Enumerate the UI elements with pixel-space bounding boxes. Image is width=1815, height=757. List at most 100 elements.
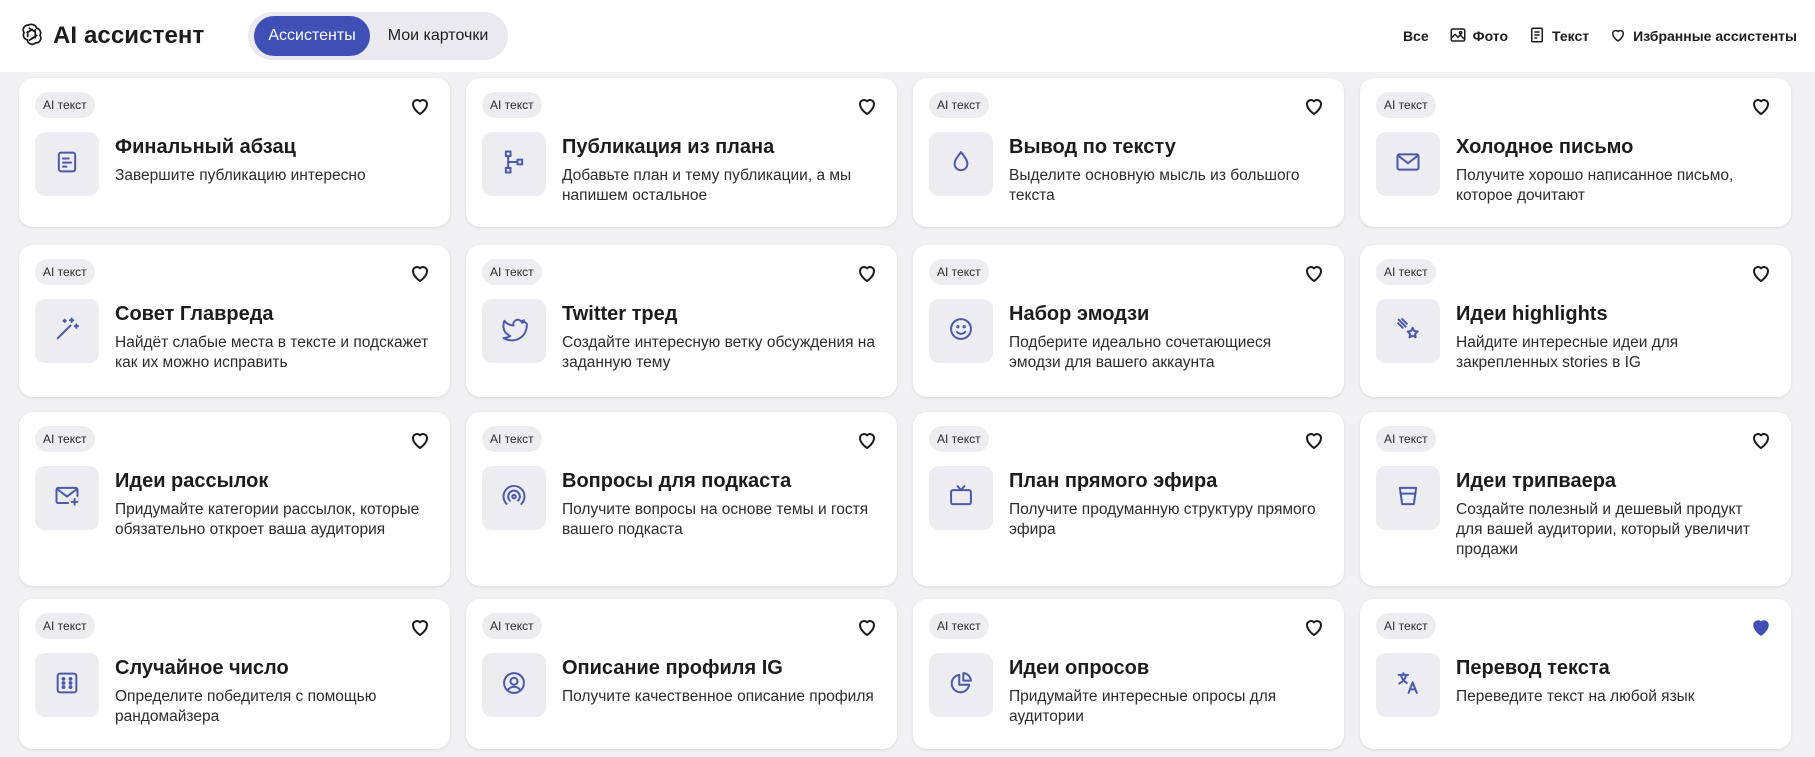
assistant-title: Финальный абзац [115, 136, 296, 158]
assistant-description: Выделите основную мысль из большого текс… [1009, 167, 1300, 204]
heart-outline-icon [1609, 26, 1627, 47]
assistant-description: Найдёт слабые места в тексте и подскажет… [115, 334, 429, 371]
assistant-description: Добавьте план и тему публикации, а мы на… [562, 167, 852, 204]
assistant-title: Вопросы для подкаста [562, 470, 792, 492]
assistant-icon-box [482, 653, 546, 717]
assistant-title: Twitter тред [562, 303, 678, 325]
category-badge: AI текст [35, 426, 95, 452]
category-badge: AI текст [482, 259, 542, 285]
tab-my-cards[interactable]: Мои карточки [374, 16, 503, 56]
heart-outline-icon[interactable] [408, 261, 432, 285]
assistant-card[interactable]: AI текст Совет Главреда Найдёт слабые мест… [19, 245, 450, 397]
heart-outline-icon[interactable] [1302, 261, 1326, 285]
assistant-icon-box [35, 132, 99, 196]
assistant-title: План прямого эфира [1009, 470, 1218, 492]
assistant-description: Создайте интересную ветку обсуждения на … [562, 334, 875, 371]
logo[interactable]: AI ассистент [19, 21, 204, 52]
category-badge: AI текст [1376, 92, 1436, 118]
text-doc-icon [53, 148, 81, 181]
assistant-description: Подберите идеально сочетающиеся эмодзи д… [1009, 334, 1272, 371]
assistant-description: Получите хорошо написанное письмо, котор… [1456, 167, 1734, 204]
filter-favorites[interactable]: Избранные ассистенты [1609, 26, 1797, 47]
assistant-icon-box [35, 466, 99, 530]
assistant-title: Холодное письмо [1456, 136, 1634, 158]
twitter-bird-icon [500, 315, 528, 348]
category-badge: AI текст [1376, 259, 1436, 285]
assistant-title: Идеи highlights [1456, 303, 1608, 325]
heart-outline-icon[interactable] [855, 261, 879, 285]
heart-outline-icon[interactable] [408, 94, 432, 118]
assistant-card[interactable]: AI текст Публикация из плана Добавьте план… [466, 78, 897, 227]
category-badge: AI текст [35, 259, 95, 285]
heart-outline-icon[interactable] [1302, 615, 1326, 639]
assistant-card[interactable]: AI текст Перевод текста Переведите текст н… [1360, 599, 1791, 749]
assistant-card[interactable]: AI текст Финальный абзац Завершите публика… [19, 78, 450, 227]
assistant-card[interactable]: AI текст Вопросы для подкаста Получите воп… [466, 412, 897, 586]
filter-all[interactable]: Все [1403, 28, 1429, 44]
category-badge: AI текст [929, 92, 989, 118]
app-title: AI ассистент [53, 22, 205, 49]
assistant-description: Получите качественное описание профиля [562, 688, 874, 705]
heart-outline-icon[interactable] [855, 94, 879, 118]
magic-wand-icon [53, 315, 81, 348]
assistant-icon-box [929, 132, 993, 196]
funnel-icon [1394, 482, 1422, 515]
filter-all-label: Все [1402, 28, 1429, 44]
heart-filled-icon[interactable] [1749, 615, 1773, 639]
assistant-icon-box [1376, 132, 1440, 196]
mail-sparkle-icon [53, 482, 81, 515]
assistant-title: Совет Главреда [115, 303, 274, 325]
category-badge: AI текст [929, 426, 989, 452]
category-badge: AI текст [1376, 426, 1436, 452]
assistant-card[interactable]: AI текст Идеи опросов Придумайте интересны… [913, 599, 1344, 749]
assistant-card[interactable]: AI текст Набор эмодзи Подберите идеально с… [913, 245, 1344, 397]
assistant-icon-box [1376, 466, 1440, 530]
assistant-card[interactable]: AI текст Описание профиля IG Получите каче… [466, 599, 897, 749]
category-badge: AI текст [1376, 613, 1436, 639]
filter-text-label: Текст [1552, 28, 1590, 44]
assistant-card[interactable]: AI текст Случайное число Определите победи… [19, 599, 450, 749]
assistant-card[interactable]: AI текст Идеи рассылок Придумайте категори… [19, 412, 450, 586]
assistant-description: Переведите текст на любой язык [1456, 688, 1695, 705]
heart-outline-icon[interactable] [855, 615, 879, 639]
assistant-card[interactable]: AI текст Вывод по тексту Выделите основную… [913, 78, 1344, 227]
heart-outline-icon[interactable] [1302, 428, 1326, 452]
assistant-description: Найдите интересные идеи для закрепленных… [1456, 334, 1679, 371]
heart-outline-icon[interactable] [1749, 94, 1773, 118]
openai-logo-icon [19, 21, 45, 52]
assistant-title: Идеи рассылок [115, 470, 269, 492]
assistant-title: Случайное число [115, 657, 289, 679]
tab-assistants[interactable]: Ассистенты [254, 16, 370, 56]
filter-text[interactable]: Текст [1528, 26, 1589, 47]
document-icon [1528, 26, 1546, 47]
assistant-icon-box [35, 299, 99, 363]
assistant-title: Вывод по тексту [1009, 136, 1176, 158]
heart-outline-icon[interactable] [408, 428, 432, 452]
category-badge: AI текст [482, 426, 542, 452]
assistant-title: Идеи опросов [1009, 657, 1150, 679]
assistant-card[interactable]: AI текст Twitter тред Создайте интересную … [466, 245, 897, 397]
smiley-icon [947, 315, 975, 348]
heart-outline-icon[interactable] [1749, 261, 1773, 285]
assistant-card[interactable]: AI текст Холодное письмо Получите хорошо н… [1360, 78, 1791, 227]
assistant-title: Перевод текста [1456, 657, 1610, 679]
assistant-card[interactable]: AI текст План прямого эфира Получите проду… [913, 412, 1344, 586]
podcast-icon [500, 482, 528, 515]
category-badge: AI текст [35, 613, 95, 639]
heart-outline-icon[interactable] [408, 615, 432, 639]
heart-outline-icon[interactable] [1749, 428, 1773, 452]
assistant-card[interactable]: AI текст Идеи трипваера Создайте полезный … [1360, 412, 1791, 586]
assistant-description: Получите продуманную структуру прямого э… [1009, 501, 1316, 538]
heart-outline-icon[interactable] [1302, 94, 1326, 118]
assistant-icon-box [482, 132, 546, 196]
assistant-description: Создайте полезный и дешевый продукт для … [1456, 501, 1750, 558]
assistant-card[interactable]: AI текст Идеи highlights Найдите интересны… [1360, 245, 1791, 397]
assistant-icon-box [929, 299, 993, 363]
heart-outline-icon[interactable] [855, 428, 879, 452]
assistant-description: Получите вопросы на основе темы и гостя … [562, 501, 869, 538]
assistant-description: Придумайте категории рассылок, которые о… [115, 501, 420, 538]
filter-photo[interactable]: Фото [1449, 26, 1508, 47]
image-icon [1449, 26, 1467, 47]
assistant-icon-box [482, 466, 546, 530]
filter-favorites-label: Избранные ассистенты [1633, 28, 1797, 44]
